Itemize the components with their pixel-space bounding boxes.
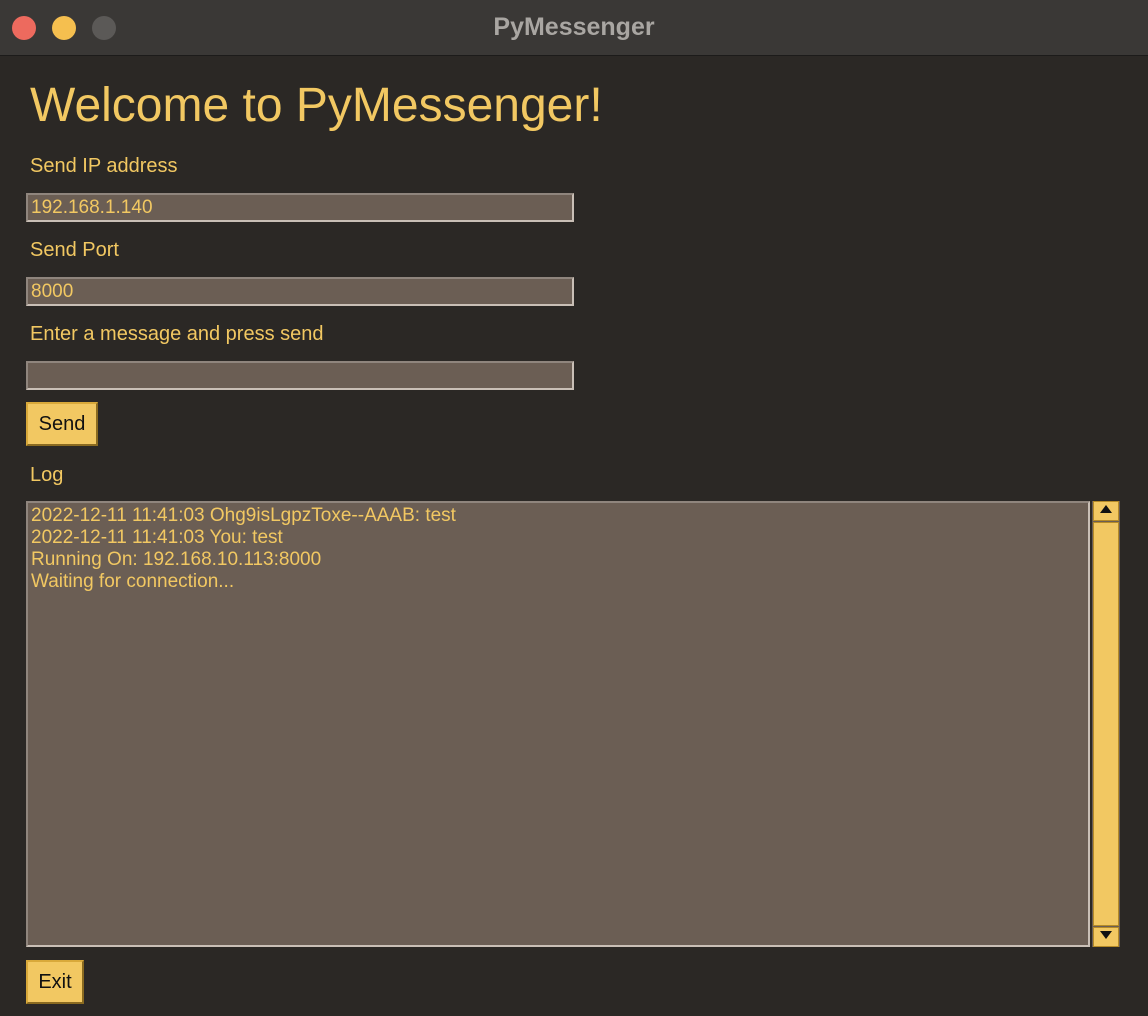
exit-button[interactable]: Exit xyxy=(26,960,84,1004)
port-input[interactable] xyxy=(26,277,574,306)
title-bar: PyMessenger xyxy=(0,0,1148,56)
message-label: Enter a message and press send xyxy=(30,323,324,345)
main-content: Welcome to PyMessenger! Send IP address … xyxy=(0,56,1148,1016)
app-window: PyMessenger Welcome to PyMessenger! Send… xyxy=(0,0,1148,1016)
log-line: 2022-12-11 11:41:03 Ohg9isLgpzToxe--AAAB… xyxy=(31,505,456,526)
log-textarea[interactable]: 2022-12-11 11:41:03 Ohg9isLgpzToxe--AAAB… xyxy=(26,501,1090,947)
ip-label: Send IP address xyxy=(30,155,178,177)
arrow-up-icon[interactable] xyxy=(1093,501,1119,521)
log-line: 2022-12-11 11:41:03 You: test xyxy=(31,527,283,548)
log-line: Running On: 192.168.10.113:8000 xyxy=(31,549,322,570)
window-title: PyMessenger xyxy=(493,13,655,41)
scroll-thumb[interactable] xyxy=(1093,522,1119,926)
message-input[interactable] xyxy=(26,361,574,390)
send-button[interactable]: Send xyxy=(26,402,98,446)
log-label: Log xyxy=(30,464,64,486)
arrow-down-icon[interactable] xyxy=(1093,927,1119,947)
log-scrollbar[interactable] xyxy=(1092,501,1120,947)
port-label: Send Port xyxy=(30,239,119,261)
ip-address-input[interactable] xyxy=(26,193,574,222)
log-line: Waiting for connection... xyxy=(31,571,235,592)
page-title: Welcome to PyMessenger! xyxy=(30,79,603,132)
